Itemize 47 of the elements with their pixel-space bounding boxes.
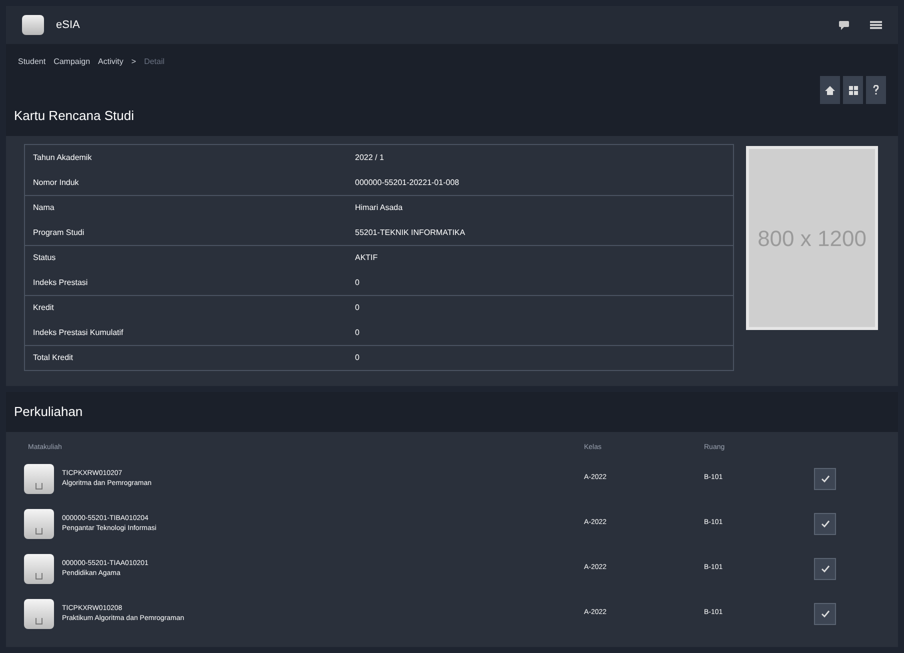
field-value: 000000-55201-20221-01-008 (355, 176, 460, 188)
breadcrumb-item[interactable]: Campaign (54, 56, 90, 68)
field-label: Indeks Prestasi Kumulatif (32, 326, 124, 338)
grid-icon (848, 86, 858, 94)
field-value: AKTIF (355, 252, 379, 264)
question-icon (873, 85, 879, 95)
app-logo-icon[interactable] (22, 15, 44, 35)
field-label: Kredit (32, 302, 55, 314)
field-value: 0 (355, 352, 360, 364)
checkbox[interactable] (814, 558, 836, 580)
checkbox[interactable] (814, 468, 836, 490)
check-icon (820, 610, 830, 618)
breadcrumb-item[interactable]: > (131, 56, 136, 68)
field-label: Tahun Akademik (32, 152, 93, 164)
help-button[interactable] (866, 76, 886, 104)
field-label: Nama (32, 202, 56, 214)
check-icon (820, 474, 830, 482)
field-label: Nomor Induk (32, 176, 80, 188)
check-icon (820, 564, 830, 572)
checkbox[interactable] (814, 602, 836, 624)
checkbox[interactable] (814, 512, 836, 534)
field-value: 2022 / 1 (355, 152, 385, 164)
section-title: Perkuliahan (14, 404, 83, 419)
course-icon (24, 464, 54, 494)
field-value: Himari Asada (355, 202, 404, 214)
course-icon (24, 598, 54, 628)
field-label: Indeks Prestasi (32, 276, 89, 288)
chat-icon[interactable] (838, 20, 850, 30)
home-button[interactable] (820, 76, 840, 104)
field-label: Total Kredit (32, 352, 74, 364)
field-value: 0 (355, 302, 360, 314)
app-title: eSIA (56, 18, 80, 33)
breadcrumb-item: Detail (144, 56, 165, 68)
breadcrumb-item[interactable]: Student (18, 56, 46, 68)
field-value: 0 (355, 326, 360, 338)
breadcrumb-item[interactable]: Activity (98, 56, 124, 68)
course-icon (24, 508, 54, 538)
home-icon (825, 86, 835, 94)
section-title: Kartu Rencana Studi (14, 108, 134, 123)
grid-button[interactable] (843, 76, 863, 104)
check-icon (820, 520, 830, 528)
field-value: 55201-TEKNIK INFORMATIKA (355, 226, 466, 238)
field-label: Program Studi (32, 226, 86, 238)
field-label: Status (32, 252, 57, 264)
menu-icon[interactable] (870, 20, 882, 30)
course-icon (24, 554, 54, 584)
field-value: 0 (355, 276, 360, 288)
